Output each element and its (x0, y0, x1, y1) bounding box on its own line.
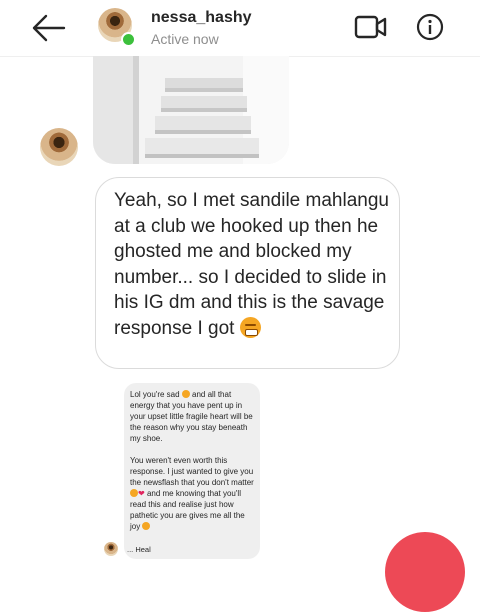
screenshot-text: Lol you're sad and all that energy that … (130, 389, 256, 543)
arrow-left-icon[interactable] (28, 12, 68, 44)
grimacing-emoji-icon (130, 489, 138, 497)
screenshot-avatar (104, 542, 118, 556)
grimacing-emoji-icon (181, 390, 190, 398)
screenshot-paragraph-2: You weren't even worth this response. I … (130, 456, 254, 487)
grimacing-face-emoji (239, 316, 261, 338)
info-icon[interactable] (416, 13, 444, 41)
grimacing-emoji-icon (142, 522, 151, 530)
heart-icon: ❤ (138, 489, 145, 498)
online-indicator (121, 32, 136, 47)
chat-header: nessa_hashy Active now (0, 0, 480, 57)
screenshot-paragraph-1: Lol you're sad (130, 390, 180, 399)
staircase-photo (93, 56, 289, 164)
photo-message[interactable] (93, 56, 289, 164)
sender-avatar[interactable] (40, 128, 78, 166)
active-status: Active now (151, 31, 219, 47)
floating-action-button[interactable] (385, 532, 465, 612)
screenshot-reply: ... Heal (127, 545, 151, 554)
username[interactable]: nessa_hashy (151, 9, 252, 27)
message-bubble[interactable]: Yeah, so I met sandile mahlangu at a clu… (95, 177, 400, 369)
video-camera-icon[interactable] (354, 14, 388, 40)
